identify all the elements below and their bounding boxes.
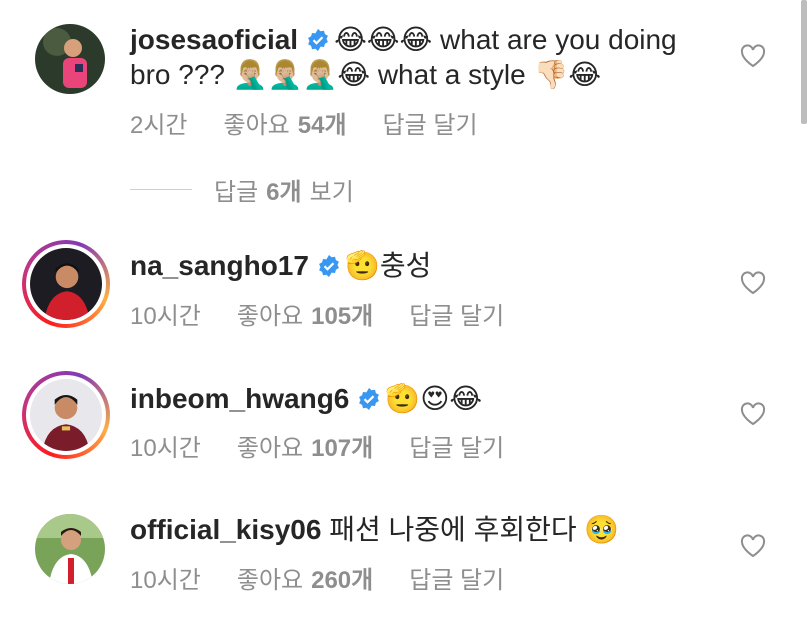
like-heart-icon[interactable] [740,534,766,558]
avatar[interactable] [35,24,105,94]
comment-text: 🫡충성 [344,250,432,281]
like-heart-icon[interactable] [740,44,766,68]
comment-meta: 2시간 좋아요 54개 답글 달기 [130,105,514,140]
reply-button[interactable]: 답글 달기 [409,567,504,594]
verified-badge-icon [319,255,339,277]
reply-button[interactable]: 답글 달기 [409,435,504,462]
comment-time: 2시간 [130,112,188,139]
likes-count[interactable]: 좋아요 107개 [237,435,373,462]
comment-time: 10시간 [130,567,201,594]
username[interactable]: na_sangho17 [130,250,309,281]
comment-body: official_kisy06 패션 나중에 후회한다 🥹 [130,512,720,547]
username[interactable]: inbeom_hwang6 [130,383,349,414]
comment-meta: 10시간 좋아요 107개 답글 달기 [130,428,540,463]
likes-count[interactable]: 좋아요 260개 [237,567,373,594]
replies-divider [130,189,192,190]
comment-body: josesaoficial 😂😂😂 what are you doing bro … [130,22,720,92]
comment-meta: 10시간 좋아요 260개 답글 달기 [130,560,540,595]
comment-text: 패션 나중에 후회한다 🥹 [329,514,620,545]
avatar-story-ring[interactable] [22,371,110,459]
like-heart-icon[interactable] [740,271,766,295]
avatar-photo [30,248,102,320]
reply-button[interactable]: 답글 달기 [409,303,504,330]
comment-text: 🫡😍😂 [385,383,483,414]
verified-badge-icon [359,388,380,410]
avatar-photo [30,379,102,451]
avatar-story-ring[interactable] [22,240,110,328]
likes-count[interactable]: 좋아요 54개 [224,112,347,139]
avatar[interactable] [35,514,105,584]
username[interactable]: josesaoficial [130,24,298,55]
comment-time: 10시간 [130,303,201,330]
reply-button[interactable]: 답글 달기 [383,112,478,139]
username[interactable]: official_kisy06 [130,514,321,545]
view-replies-button[interactable]: 답글 6개 보기 [130,172,354,207]
like-heart-icon[interactable] [740,402,766,426]
avatar-photo [35,514,105,584]
scrollbar[interactable] [801,0,807,124]
verified-badge-icon [308,29,328,51]
comment-time: 10시간 [130,435,201,462]
comment-body: inbeom_hwang6 🫡😍😂 [130,381,720,416]
comment-body: na_sangho17 🫡충성 [130,248,720,283]
avatar-photo [35,24,105,94]
likes-count[interactable]: 좋아요 105개 [237,303,373,330]
comment-meta: 10시간 좋아요 105개 답글 달기 [130,296,540,331]
